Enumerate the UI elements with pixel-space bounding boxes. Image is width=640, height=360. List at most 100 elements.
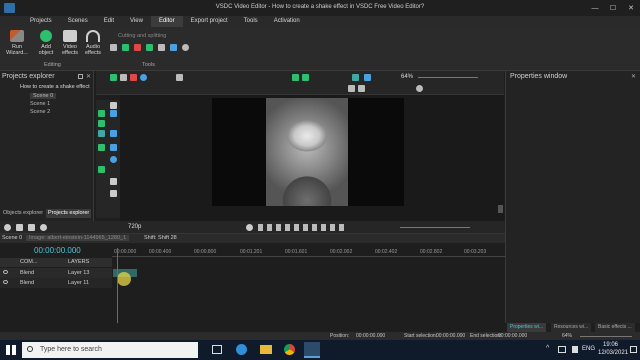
track-row-layer-11[interactable]: Blend Layer 11 bbox=[0, 278, 112, 288]
breadcrumb-scene[interactable]: Scene 0 bbox=[2, 235, 22, 241]
tab-objects-explorer[interactable]: Objects explorer bbox=[1, 209, 45, 218]
play-icon[interactable] bbox=[4, 224, 11, 231]
playhead[interactable] bbox=[117, 248, 118, 323]
add-object-button[interactable]: Add object bbox=[34, 30, 58, 56]
tab-properties-window[interactable]: Properties wi... bbox=[507, 323, 547, 332]
text-t-icon[interactable] bbox=[110, 178, 117, 185]
audio-tool-icon[interactable] bbox=[98, 130, 105, 137]
eye-icon[interactable] bbox=[3, 280, 8, 284]
breadcrumb-image[interactable]: Image: albert-einstein-1144965_1280_1 bbox=[26, 235, 130, 241]
minimize-button[interactable]: — bbox=[586, 0, 604, 16]
move-tool-icon[interactable] bbox=[98, 166, 105, 173]
rectangle-tool-icon[interactable] bbox=[110, 144, 117, 151]
eye-icon[interactable] bbox=[3, 270, 8, 274]
delete-icon[interactable] bbox=[134, 44, 141, 51]
tab-basic-effects[interactable]: Basic effects ... bbox=[595, 323, 635, 332]
clock-time[interactable]: 19:06 bbox=[603, 342, 618, 348]
project-tree-item[interactable]: How to create a shake effect bbox=[20, 84, 90, 90]
rotate-icon[interactable] bbox=[146, 44, 153, 51]
file-explorer-icon[interactable] bbox=[260, 345, 272, 354]
align-icon[interactable] bbox=[176, 74, 183, 81]
blend-mode[interactable]: Blend bbox=[20, 270, 34, 276]
menu-edit[interactable]: Edit bbox=[96, 16, 122, 27]
scene-0-item[interactable]: Scene 0 bbox=[30, 93, 57, 99]
layer-down-icon[interactable] bbox=[302, 74, 309, 81]
chrome-icon[interactable] bbox=[284, 344, 295, 355]
blend-mode[interactable]: Blend bbox=[20, 280, 34, 286]
snap-icon[interactable] bbox=[358, 85, 365, 92]
transport-controls[interactable] bbox=[258, 224, 348, 231]
audio-effects-button[interactable]: Audio effects bbox=[82, 30, 104, 56]
pen-tool-icon[interactable] bbox=[110, 190, 117, 197]
settings-icon[interactable] bbox=[182, 44, 189, 51]
edge-icon[interactable] bbox=[236, 344, 247, 355]
zoom-value[interactable]: 64% bbox=[401, 74, 413, 80]
cut-tools-row bbox=[110, 44, 220, 52]
close-button[interactable]: ✕ bbox=[622, 0, 640, 16]
tools-group-label: Tools bbox=[142, 62, 155, 68]
image-tool-icon[interactable] bbox=[98, 110, 105, 117]
grid-icon[interactable] bbox=[348, 85, 355, 92]
breadcrumb-shift[interactable]: Shift: Shift 28 bbox=[144, 235, 177, 241]
tray-chevron-icon[interactable]: ^ bbox=[546, 345, 549, 352]
video-frame[interactable] bbox=[212, 98, 404, 206]
tab-projects-explorer[interactable]: Projects explorer bbox=[46, 209, 92, 218]
menu-editor[interactable]: Editor bbox=[150, 16, 183, 27]
clock-icon[interactable] bbox=[246, 224, 253, 231]
scene-2-item[interactable]: Scene 2 bbox=[30, 109, 50, 115]
video-tool-icon[interactable] bbox=[98, 120, 105, 127]
menu-view[interactable]: View bbox=[122, 16, 151, 27]
ruler-mark: 00:01.601 bbox=[285, 249, 308, 255]
chart-tool-icon[interactable] bbox=[110, 130, 117, 137]
menu-scenes[interactable]: Scenes bbox=[60, 16, 96, 27]
crop-icon[interactable] bbox=[122, 44, 129, 51]
stop-icon[interactable] bbox=[16, 224, 23, 231]
shape-tool-icon[interactable] bbox=[98, 144, 105, 151]
speed-icon[interactable] bbox=[170, 44, 177, 51]
maximize-button[interactable]: ☐ bbox=[604, 0, 622, 16]
scissors-icon[interactable] bbox=[110, 44, 117, 51]
menu-activation[interactable]: Activation bbox=[266, 16, 308, 27]
delete-object-icon[interactable] bbox=[130, 74, 137, 81]
status-zoom[interactable]: 64% bbox=[562, 333, 572, 339]
group-icon[interactable] bbox=[352, 74, 359, 81]
preview-scrollbar[interactable] bbox=[498, 205, 503, 213]
network-icon[interactable] bbox=[558, 346, 566, 353]
notifications-icon[interactable] bbox=[630, 346, 637, 353]
menu-export-project[interactable]: Export project bbox=[183, 16, 236, 27]
quality-select[interactable]: 720p bbox=[128, 224, 141, 230]
task-view-icon[interactable] bbox=[212, 345, 222, 354]
volume-slider[interactable] bbox=[400, 227, 470, 228]
pin-icon[interactable] bbox=[78, 74, 83, 79]
video-effects-button[interactable]: Video effects bbox=[58, 30, 82, 56]
redo-icon[interactable] bbox=[120, 74, 127, 81]
pointer-icon[interactable] bbox=[110, 102, 117, 109]
preview-toolbar: 64% bbox=[96, 71, 504, 95]
refresh-icon[interactable] bbox=[416, 85, 423, 92]
record-icon[interactable] bbox=[140, 74, 147, 81]
properties-close-icon[interactable]: ✕ bbox=[631, 73, 636, 80]
close-panel-icon[interactable]: ✕ bbox=[86, 73, 91, 80]
layer-up-icon[interactable] bbox=[292, 74, 299, 81]
ungroup-icon[interactable] bbox=[364, 74, 371, 81]
undo-icon[interactable] bbox=[110, 74, 117, 81]
ellipse-tool-icon[interactable] bbox=[110, 156, 117, 163]
clock-date[interactable]: 12/03/2021 bbox=[598, 350, 628, 356]
taskbar-search[interactable]: Type here to search bbox=[22, 342, 198, 358]
track-row-layer-13[interactable]: Blend Layer 13 bbox=[0, 268, 112, 278]
windows-start-icon[interactable] bbox=[6, 345, 16, 355]
pause-icon[interactable] bbox=[28, 224, 35, 231]
text-tool-icon[interactable] bbox=[110, 110, 117, 117]
menu-tools[interactable]: Tools bbox=[236, 16, 266, 27]
flip-icon[interactable] bbox=[158, 44, 165, 51]
zoom-slider[interactable] bbox=[418, 77, 478, 78]
status-zoom-slider[interactable] bbox=[580, 336, 632, 337]
language-indicator[interactable]: ENG bbox=[582, 346, 595, 352]
record-button-icon[interactable] bbox=[40, 224, 47, 231]
vsdc-taskbar-icon[interactable] bbox=[304, 342, 320, 358]
volume-icon[interactable] bbox=[572, 346, 578, 353]
menu-projects[interactable]: Projects bbox=[22, 16, 60, 27]
run-wizard-button[interactable]: Run Wizard... bbox=[4, 30, 30, 56]
tab-resources-window[interactable]: Resources wi... bbox=[551, 323, 592, 332]
scene-1-item[interactable]: Scene 1 bbox=[30, 101, 50, 107]
